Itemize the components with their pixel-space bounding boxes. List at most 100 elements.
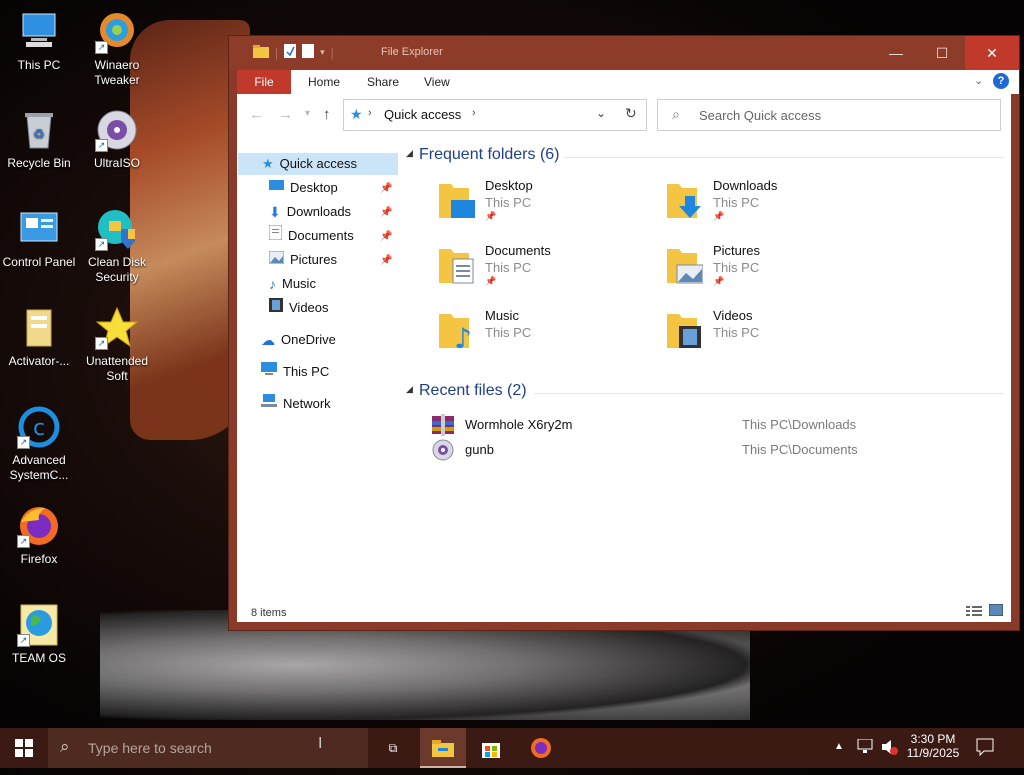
desktop-icon-control-panel[interactable]: Control Panel: [0, 207, 78, 270]
large-icons-view-icon[interactable]: [988, 603, 1004, 619]
nav-item-label: OneDrive: [281, 332, 336, 347]
desktop-icon-clean-disk-security[interactable]: ↗ Clean Disk Security: [78, 207, 156, 285]
chevron-down-icon: ▾: [305, 108, 311, 119]
taskbar-search-input[interactable]: Type here to search: [88, 740, 212, 756]
desktop-icon-advanced-systemcare[interactable]: c ↗ Advanced SystemC...: [0, 405, 78, 483]
desktop-icon-firefox[interactable]: ↗ Firefox: [0, 504, 78, 567]
shortcut-arrow-icon: ↗: [95, 238, 108, 251]
desktop-icon-label: This PC: [17, 58, 61, 72]
start-button[interactable]: [0, 728, 48, 768]
expand-ribbon-icon[interactable]: ⌄: [974, 74, 983, 87]
nav-item-documents[interactable]: Documents: [268, 224, 354, 247]
folder-item-desktop[interactable]: Desktop This PC 📌: [439, 178, 659, 238]
collapse-icon[interactable]: ◢: [406, 148, 413, 159]
notifications-icon[interactable]: [976, 738, 994, 759]
tab-home[interactable]: Home: [308, 70, 340, 94]
properties-icon[interactable]: [284, 44, 297, 61]
show-hidden-icons-chevron-icon[interactable]: ▲: [834, 741, 844, 752]
new-folder-icon[interactable]: [302, 44, 315, 61]
pin-icon: 📌: [713, 276, 725, 286]
maximize-button[interactable]: ☐: [919, 36, 965, 70]
nav-item-desktop[interactable]: Desktop: [269, 177, 338, 199]
disc-image-icon: [432, 439, 454, 464]
back-button[interactable]: ←: [249, 106, 264, 123]
tab-file[interactable]: File: [237, 70, 291, 94]
up-button[interactable]: ↑: [323, 106, 331, 123]
folder-downloads-icon: [667, 180, 703, 218]
shortcut-arrow-icon: ↗: [95, 139, 108, 152]
section-divider: [534, 393, 1004, 394]
network-icon: [261, 393, 277, 415]
folder-pictures-icon: [667, 245, 704, 284]
title-bar[interactable]: | ▾ | File Explorer — ☐ ✕: [229, 36, 1019, 70]
search-input[interactable]: Search Quick access: [699, 108, 821, 123]
download-arrow-icon: ⬇: [269, 204, 281, 220]
nav-item-label: Documents: [288, 228, 354, 243]
nav-item-pictures[interactable]: Pictures: [268, 249, 337, 271]
network-status-icon[interactable]: [856, 738, 874, 758]
folder-name: Downloads: [713, 178, 778, 193]
desktop-icon-label: Advanced SystemC...: [9, 453, 69, 482]
folder-item-pictures[interactable]: Pictures This PC 📌: [667, 243, 887, 303]
desktop-icon-label: Firefox: [20, 552, 58, 566]
taskbar-file-explorer-button[interactable]: [420, 728, 466, 768]
desktop-icon-winaero-tweaker[interactable]: ↗ Winaero Tweaker: [78, 10, 156, 88]
desktop-icon-recycle-bin[interactable]: ♻ Recycle Bin: [0, 108, 78, 171]
breadcrumb-separator-icon[interactable]: ›: [472, 107, 476, 119]
nav-item-this-pc[interactable]: This PC: [261, 361, 329, 383]
desktop-icon-team-os[interactable]: ↗ TEAM OS: [0, 603, 78, 666]
help-icon[interactable]: ?: [993, 73, 1009, 89]
pin-icon: 📌: [380, 183, 393, 194]
address-bar[interactable]: ★ › Quick access › ⌄ ↻: [343, 99, 647, 131]
desktop-icon-ultraiso[interactable]: ↗ UltraISO: [78, 108, 156, 171]
frequent-folders-header[interactable]: Frequent folders (6): [419, 146, 560, 164]
desktop-icon-unattended-soft[interactable]: ↗ Unattended Soft: [78, 306, 156, 384]
pin-icon: 📌: [380, 231, 393, 242]
taskbar-search-box[interactable]: ⌕ Type here to search I: [48, 728, 368, 768]
shortcut-arrow-icon: ↗: [95, 337, 108, 350]
task-view-button[interactable]: ⧉: [370, 728, 416, 768]
document-icon: [268, 224, 283, 247]
volume-muted-icon[interactable]: [880, 738, 898, 759]
minimize-button[interactable]: —: [873, 36, 919, 70]
folder-item-videos[interactable]: Videos This PC: [667, 308, 887, 368]
recent-locations-button[interactable]: ▾: [305, 108, 310, 119]
folder-item-documents[interactable]: Documents This PC 📌: [439, 243, 659, 303]
search-box[interactable]: ⌕ Search Quick access: [657, 99, 1001, 131]
minimize-icon: —: [889, 45, 903, 61]
taskbar-firefox-button[interactable]: [518, 728, 564, 768]
pin-icon: 📌: [713, 211, 725, 221]
chevron-down-icon[interactable]: ⌄: [596, 106, 606, 120]
shield-icon: ↗: [95, 207, 139, 251]
nav-item-downloads[interactable]: ⬇ Downloads: [269, 201, 351, 223]
advanced-systemcare-icon: c ↗: [17, 405, 61, 449]
breadcrumb-quick-access[interactable]: Quick access: [384, 107, 461, 122]
nav-item-music[interactable]: ♪ Music: [269, 273, 316, 295]
details-view-icon[interactable]: [966, 605, 982, 620]
search-icon: ⌕: [672, 106, 680, 122]
tab-share[interactable]: Share: [367, 70, 399, 94]
nav-item-network[interactable]: Network: [261, 393, 331, 415]
desktop-icon-this-pc[interactable]: This PC: [0, 10, 78, 73]
chevron-down-icon[interactable]: ▾: [320, 47, 325, 58]
folder-item-downloads[interactable]: Downloads This PC 📌: [667, 178, 887, 238]
desktop-icon-label: Winaero Tweaker: [94, 58, 140, 87]
star-icon: ★: [262, 156, 274, 171]
tab-view[interactable]: View: [424, 70, 450, 94]
recent-file-path: This PC\Documents: [742, 442, 858, 457]
nav-item-onedrive[interactable]: ☁ OneDrive: [261, 329, 336, 351]
folder-icon: [17, 306, 61, 350]
close-button[interactable]: ✕: [965, 36, 1019, 70]
nav-item-quick-access[interactable]: ★ Quick access: [238, 153, 398, 175]
collapse-icon[interactable]: ◢: [406, 384, 413, 395]
shortcut-arrow-icon: ↗: [95, 41, 108, 54]
desktop-icon-activator[interactable]: Activator-...: [0, 306, 78, 369]
nav-item-videos[interactable]: Videos: [269, 297, 329, 319]
folder-item-music[interactable]: ♪ Music This PC: [439, 308, 659, 368]
forward-button[interactable]: →: [278, 106, 293, 123]
refresh-icon[interactable]: ↻: [625, 105, 637, 122]
clock[interactable]: 3:30 PM 11/9/2025: [906, 732, 960, 760]
recent-files-header[interactable]: Recent files (2): [419, 382, 527, 400]
taskbar-store-button[interactable]: [468, 728, 514, 768]
folder-icon[interactable]: [253, 44, 269, 61]
